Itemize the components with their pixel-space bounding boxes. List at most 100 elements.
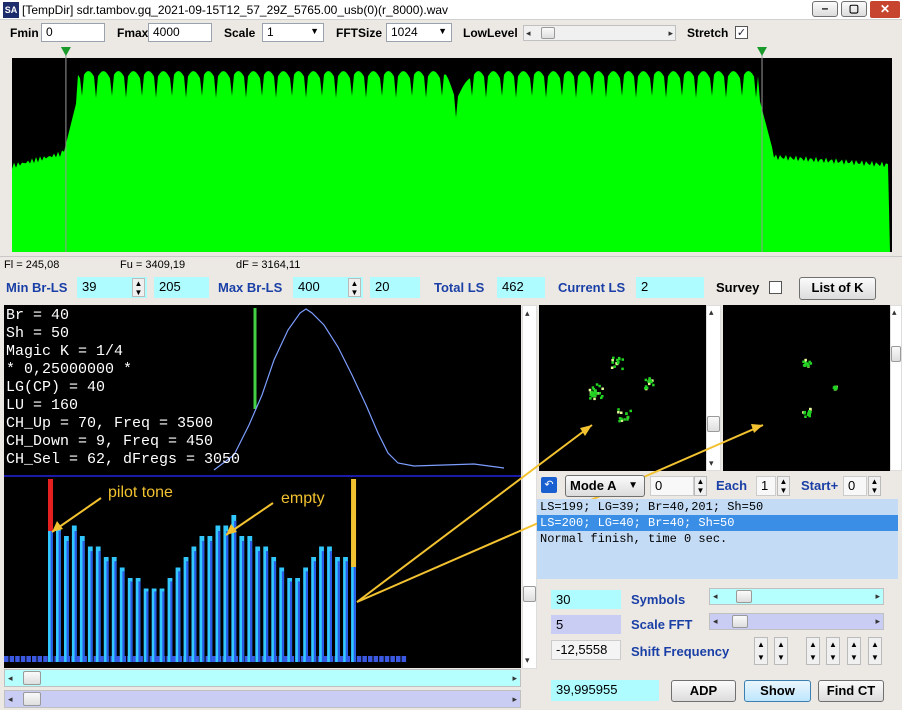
chevron-up-icon[interactable]: ▴	[709, 307, 714, 318]
constellation-point	[610, 366, 614, 369]
spectrum-view[interactable]	[0, 44, 902, 256]
shift-steppers: ▲ ▼ ▲ ▼ ▲ ▼ ▲ ▼ ▲ ▼ ▲ ▼	[754, 637, 884, 667]
subcarrier-bar-shadow	[186, 561, 189, 662]
chevron-left-icon[interactable]: ◂	[526, 28, 531, 39]
max-br-ls-spinner[interactable]: ▲ ▼	[348, 278, 361, 297]
bottom-hscroll[interactable]: ◂ ▸	[4, 690, 521, 708]
min-br-ls-label: Min Br-LS	[6, 280, 68, 295]
shift-stepper-5[interactable]: ▲ ▼	[847, 637, 861, 665]
shift-stepper-2[interactable]: ▲ ▼	[774, 637, 788, 665]
list-of-k-button[interactable]: List of K	[799, 277, 876, 300]
log-line[interactable]: LS=199; LG=39; Br=40,201; Sh=50	[540, 500, 763, 514]
constellation-right-vscroll[interactable]: ▴	[890, 305, 902, 471]
constellation-point	[804, 415, 807, 418]
constellation-point	[601, 387, 604, 390]
chevron-right-icon[interactable]: ▸	[875, 616, 880, 627]
maximize-button[interactable]: ▢	[841, 1, 867, 17]
find-ct-button[interactable]: Find CT	[818, 680, 884, 702]
bar-floor	[32, 656, 37, 662]
chevron-right-icon[interactable]: ▸	[668, 28, 673, 39]
window-title: [TempDir] sdr.tambov.gq_2021-09-15T12_57…	[22, 3, 449, 17]
bars-hscroll[interactable]: ◂ ▸	[4, 669, 521, 687]
symbols-input[interactable]: 30	[551, 590, 621, 609]
constellation-point	[616, 361, 620, 365]
constellation-right-thumb[interactable]	[891, 346, 901, 362]
stretch-checkbox[interactable]: ✓	[735, 26, 748, 39]
constellation-point	[621, 367, 624, 371]
subcarrier-bar-shadow	[273, 561, 277, 662]
scalefft-slider[interactable]: ◂ ▸	[709, 613, 884, 630]
end-marker	[351, 479, 357, 567]
subcarrier-bar-shadow	[313, 561, 316, 662]
chevron-up-icon[interactable]: ▴	[892, 307, 897, 318]
log-line[interactable]: Normal finish, time 0 sec.	[540, 532, 727, 546]
chevron-down-icon[interactable]: ▾	[525, 655, 530, 666]
bars-hscroll-thumb[interactable]	[23, 671, 41, 685]
bar-floor	[396, 656, 401, 662]
frequency-value: 39,995955	[551, 680, 659, 701]
close-button[interactable]: ✕	[870, 1, 900, 18]
chevron-left-icon[interactable]: ◂	[713, 616, 718, 627]
each-input[interactable]: 1	[756, 476, 776, 496]
chevron-left-icon[interactable]: ◂	[8, 673, 13, 684]
chevron-up-icon[interactable]: ▴	[525, 308, 530, 319]
min-br-ls-spinner[interactable]: ▲ ▼	[132, 278, 145, 297]
survey-checkbox[interactable]	[769, 281, 782, 294]
log-list[interactable]: LS=199; LG=39; Br=40,201; Sh=50 LS=200; …	[537, 499, 898, 579]
fmin-input[interactable]: 0	[41, 23, 105, 42]
show-button[interactable]: Show	[744, 680, 811, 702]
scalefft-thumb[interactable]	[732, 615, 748, 628]
max-br-ls-input-2[interactable]: 20	[370, 277, 420, 298]
chevron-left-icon[interactable]: ◂	[713, 591, 718, 602]
fftsize-select[interactable]: 1024 ▼	[386, 23, 452, 42]
shift-stepper-1[interactable]: ▲ ▼	[754, 637, 768, 665]
minimize-button[interactable]: –	[812, 1, 838, 17]
panel-vscroll-thumb[interactable]	[523, 586, 536, 602]
shift-stepper-4[interactable]: ▲ ▼	[826, 637, 840, 665]
mode-value-spinner[interactable]: ▲ ▼	[694, 476, 707, 496]
constellation-point	[625, 412, 628, 416]
lowlevel-slider[interactable]: ◂ ▸	[523, 25, 676, 41]
min-br-ls-input-2[interactable]: 205	[154, 277, 209, 298]
shift-frequency-input[interactable]: -12,5558	[551, 640, 621, 660]
chevron-down-icon: ▼	[628, 480, 638, 491]
scale-select[interactable]: 1 ▼	[262, 23, 324, 42]
bottom-hscroll-thumb[interactable]	[23, 692, 41, 706]
chevron-down-icon[interactable]: ▾	[709, 458, 714, 469]
scalefft-input[interactable]: 5	[551, 615, 621, 634]
adp-button[interactable]: ADP	[671, 680, 736, 702]
subcarrier-bar-shadow	[337, 561, 340, 662]
each-spinner[interactable]: ▲ ▼	[777, 476, 790, 496]
constellation-point	[645, 386, 649, 390]
constellation-point	[834, 386, 837, 390]
symbols-slider[interactable]: ◂ ▸	[709, 588, 884, 605]
constellation-point	[589, 397, 592, 400]
symbols-thumb[interactable]	[736, 590, 752, 603]
chevron-left-icon[interactable]: ◂	[8, 694, 13, 705]
shift-stepper-3[interactable]: ▲ ▼	[806, 637, 820, 665]
lowlevel-thumb[interactable]	[541, 27, 555, 39]
subcarrier-bar-shadow	[130, 581, 133, 662]
log-line-selected[interactable]: LS=200; LG=40; Br=40; Sh=50	[537, 515, 898, 531]
mode-select[interactable]: Mode A ▼	[565, 475, 645, 497]
subcarrier-bar-shadow	[90, 551, 93, 662]
constellation-point	[588, 388, 592, 392]
start-spinner[interactable]: ▲ ▼	[868, 476, 881, 496]
subcarrier-bar-shadow	[178, 571, 181, 662]
panel-vscroll[interactable]: ▴ ▾	[522, 305, 537, 669]
start-input[interactable]: 0	[843, 476, 867, 496]
constellation-left-thumb[interactable]	[707, 416, 720, 432]
lowlevel-label: LowLevel	[463, 26, 518, 40]
constellation-point	[598, 384, 601, 388]
chevron-right-icon[interactable]: ▸	[512, 694, 517, 705]
fmax-input[interactable]: 4000	[148, 23, 212, 42]
bar-floor	[379, 656, 384, 662]
chevron-right-icon[interactable]: ▸	[875, 591, 880, 602]
undo-icon[interactable]: ↶	[541, 477, 557, 493]
constellation-point	[601, 395, 604, 398]
constellation-left-vscroll[interactable]: ▴ ▾	[706, 305, 721, 471]
constellation-point	[618, 419, 621, 423]
shift-stepper-6[interactable]: ▲ ▼	[868, 637, 882, 665]
mode-value-input[interactable]: 0	[650, 476, 694, 496]
chevron-right-icon[interactable]: ▸	[512, 673, 517, 684]
